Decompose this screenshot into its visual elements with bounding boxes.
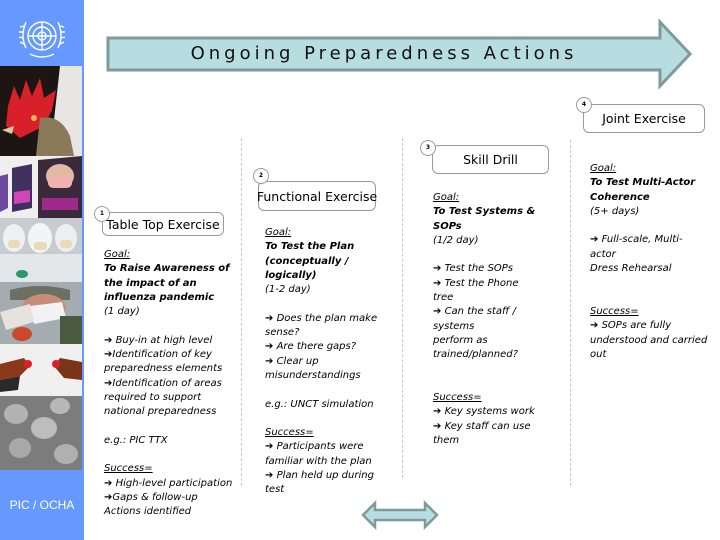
success-item: Participants were xyxy=(265,440,405,454)
un-emblem-icon xyxy=(18,21,66,58)
success-item: Key staff can use xyxy=(433,420,573,434)
success-item: SOPs are fully xyxy=(590,319,720,333)
outcome-item: Test the SOPs xyxy=(433,262,573,276)
success-item: Plan held up during xyxy=(265,469,405,483)
sidebar: PIC / OCHA xyxy=(0,0,84,540)
success-item: High-level participation xyxy=(104,477,244,491)
mask-posters-photo xyxy=(0,156,82,218)
outcome-item: Are there gaps? xyxy=(265,340,405,354)
masked-worker-photo xyxy=(0,282,82,344)
protective-suits-photo xyxy=(0,218,82,282)
stage-title-joint-exercise: Joint Exercise xyxy=(583,104,705,133)
success-item: Gaps & follow-up xyxy=(104,491,244,505)
stage-number-badge: 3 xyxy=(420,140,436,156)
outcome-item: Can the staff / xyxy=(433,305,573,319)
stage-details-joint-exercise: Goal: To Test Multi-Actor Coherence (5+ … xyxy=(590,162,720,362)
example-text: e.g.: PIC TTX xyxy=(104,434,168,446)
outcome-item: Identification of areas xyxy=(104,377,244,391)
stage-title-table-top-exercise: Table Top Exercise xyxy=(102,212,224,236)
stage-details-table-top-exercise: Goal: To Raise Awareness of the impact o… xyxy=(104,248,244,520)
outcome-item: Does the plan make xyxy=(265,312,405,326)
outcome-item: Buy-in at high level xyxy=(104,334,244,348)
success-item: Key systems work xyxy=(433,405,573,419)
rooster-photo xyxy=(0,66,82,156)
stage-number-badge: 2 xyxy=(253,168,269,184)
outcome-item: Identification of key xyxy=(104,348,244,362)
outcome-item: Test the Phone xyxy=(433,277,573,291)
stage-number-badge: 4 xyxy=(576,97,592,113)
stage-details-skill-drill: Goal: To Test Systems & SOPs (1/2 day) T… xyxy=(433,191,573,448)
stage-details-functional-exercise: Goal: To Test the Plan (conceptually / l… xyxy=(265,226,405,498)
stage-number-badge: 1 xyxy=(94,206,110,222)
sidebar-footer-label: PIC / OCHA xyxy=(9,498,75,512)
virus-micrograph-photo xyxy=(0,396,82,470)
example-text: e.g.: UNCT simulation xyxy=(265,398,374,410)
stage-title-skill-drill: Skill Drill xyxy=(432,145,549,174)
roosters-photo xyxy=(0,344,82,396)
outcome-item: Clear up xyxy=(265,355,405,369)
double-arrow-icon xyxy=(361,500,439,530)
banner-title: Ongoing Preparedness Actions xyxy=(190,43,578,64)
outcome-item: Full-scale, Multi- xyxy=(590,233,720,247)
stage-title-functional-exercise: Functional Exercise xyxy=(257,181,377,211)
